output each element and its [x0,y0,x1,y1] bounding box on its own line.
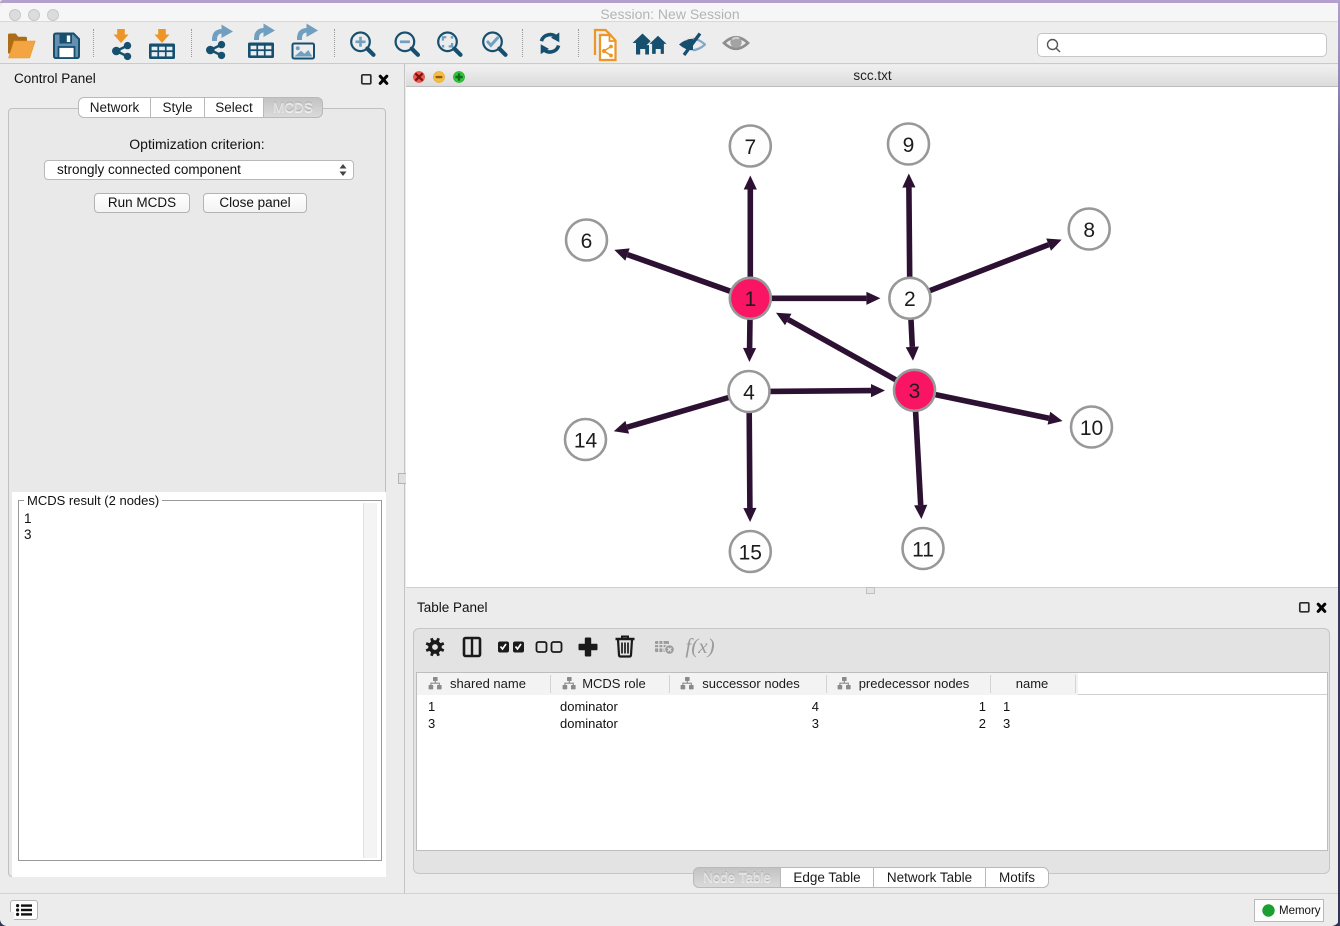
svg-text:4: 4 [743,381,755,404]
svg-text:f(x): f(x) [685,634,714,658]
svg-text:3: 3 [909,380,921,403]
svg-text:9: 9 [903,134,915,157]
svg-text:15: 15 [739,541,762,564]
svg-text:14: 14 [574,429,598,452]
svg-text:10: 10 [1080,417,1103,440]
svg-text:7: 7 [744,136,756,159]
svg-text:6: 6 [581,230,593,253]
svg-text:11: 11 [912,538,934,561]
svg-text:1: 1 [744,288,756,311]
svg-text:2: 2 [904,288,916,311]
svg-text:8: 8 [1083,219,1095,242]
